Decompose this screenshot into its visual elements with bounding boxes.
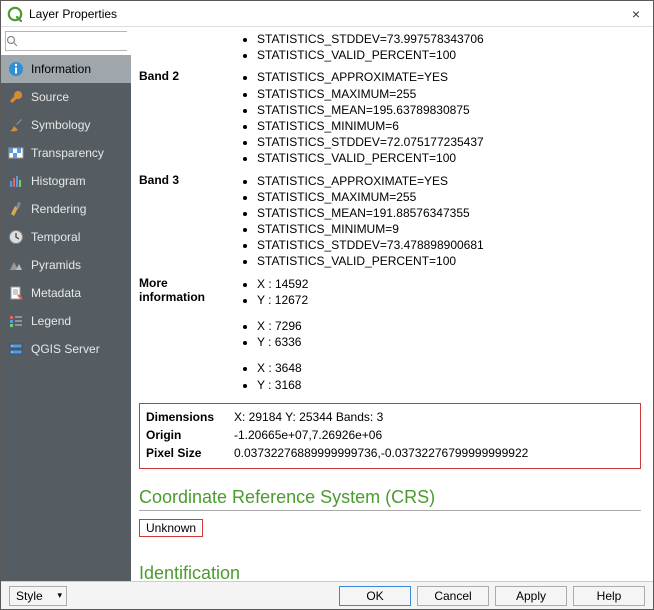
pixel-size-value: 0.03732276889999999736,-0.03732276799999… (234, 444, 528, 462)
stat-item: STATISTICS_STDDEV=73.997578343706 (257, 31, 641, 47)
identification-heading: Identification (139, 563, 641, 581)
sidebar-item-label: Metadata (31, 286, 81, 300)
sidebar-item-pyramids[interactable]: Pyramids (1, 251, 131, 279)
band2-row: Band 2 STATISTICS_APPROXIMATE=YESSTATIST… (139, 69, 641, 166)
stat-item: STATISTICS_MAXIMUM=255 (257, 189, 641, 205)
band3-row: Band 3 STATISTICS_APPROXIMATE=YESSTATIST… (139, 173, 641, 270)
sidebar-item-label: QGIS Server (31, 342, 100, 356)
more-info-label: More information (139, 276, 235, 393)
sidebar-item-label: Rendering (31, 202, 86, 216)
sidebar-item-label: Symbology (31, 118, 90, 132)
stat-item: STATISTICS_MINIMUM=9 (257, 221, 641, 237)
style-menu-button[interactable]: Style ▾ (9, 586, 67, 606)
style-menu-label: Style (16, 589, 43, 603)
apply-button[interactable]: Apply (495, 586, 567, 606)
brush-icon (7, 116, 25, 134)
info-pane[interactable]: STATISTICS_STDDEV=73.997578343706STATIST… (131, 27, 653, 581)
cancel-button[interactable]: Cancel (417, 586, 489, 606)
metadata-icon (7, 284, 25, 302)
stat-item: Y : 6336 (257, 334, 641, 350)
stat-item: STATISTICS_MAXIMUM=255 (257, 86, 641, 102)
stat-item: STATISTICS_MEAN=195.63789830875 (257, 102, 641, 118)
crs-unknown-box: Unknown (139, 519, 203, 537)
titlebar: Layer Properties × (1, 1, 653, 27)
dimensions-value: X: 29184 Y: 25344 Bands: 3 (234, 408, 383, 426)
sidebar-item-rendering[interactable]: Rendering (1, 195, 131, 223)
stat-item: STATISTICS_STDDEV=72.075177235437 (257, 134, 641, 150)
stat-item: X : 14592 (257, 276, 641, 292)
more-info-row: More information X : 14592Y : 12672 X : 7… (139, 276, 641, 393)
dialog-footer: Style ▾ OK Cancel Apply Help (1, 581, 653, 609)
sidebar-item-label: Information (31, 62, 91, 76)
stat-item: X : 7296 (257, 318, 641, 334)
dimensions-box: Dimensions X: 29184 Y: 25344 Bands: 3 Or… (139, 403, 641, 469)
sidebar-item-metadata[interactable]: Metadata (1, 279, 131, 307)
paintbrush-icon (7, 200, 25, 218)
content-area: Information Source Symbology Transparency Hi… (1, 27, 653, 581)
ok-button[interactable]: OK (339, 586, 411, 606)
checker-icon (7, 144, 25, 162)
sidebar-item-source[interactable]: Source (1, 83, 131, 111)
info-icon (7, 60, 25, 78)
stat-item: STATISTICS_VALID_PERCENT=100 (257, 150, 641, 166)
band2-label: Band 2 (139, 69, 235, 166)
server-icon (7, 340, 25, 358)
chevron-down-icon: ▾ (57, 590, 62, 601)
sidebar-item-label: Pyramids (31, 258, 81, 272)
search-box[interactable] (5, 31, 127, 51)
window-title: Layer Properties (29, 7, 627, 21)
pixel-size-label: Pixel Size (146, 444, 234, 462)
stat-item: STATISTICS_APPROXIMATE=YES (257, 69, 641, 85)
stat-item: STATISTICS_VALID_PERCENT=100 (257, 47, 641, 63)
stat-item: STATISTICS_VALID_PERCENT=100 (257, 253, 641, 269)
origin-value: -1.20665e+07,7.26926e+06 (234, 426, 382, 444)
search-wrap (1, 27, 131, 55)
stat-item: STATISTICS_APPROXIMATE=YES (257, 173, 641, 189)
band3-label: Band 3 (139, 173, 235, 270)
close-button[interactable]: × (627, 5, 645, 23)
legend-icon (7, 312, 25, 330)
dimensions-label: Dimensions (146, 408, 234, 426)
stat-item: Y : 3168 (257, 377, 641, 393)
sidebar-item-symbology[interactable]: Symbology (1, 111, 131, 139)
app-logo-icon (7, 6, 23, 22)
sidebar-item-temporal[interactable]: Temporal (1, 223, 131, 251)
sidebar-item-legend[interactable]: Legend (1, 307, 131, 335)
pyramids-icon (7, 256, 25, 274)
sidebar-item-information[interactable]: Information (1, 55, 131, 83)
sidebar-item-label: Temporal (31, 230, 80, 244)
sidebar-item-transparency[interactable]: Transparency (1, 139, 131, 167)
help-button[interactable]: Help (573, 586, 645, 606)
origin-label: Origin (146, 426, 234, 444)
stat-item: STATISTICS_MINIMUM=6 (257, 118, 641, 134)
wrench-icon (7, 88, 25, 106)
stat-item: STATISTICS_STDDEV=73.478898900681 (257, 237, 641, 253)
histogram-icon (7, 172, 25, 190)
search-icon (6, 35, 18, 47)
sidebar-item-label: Source (31, 90, 69, 104)
sidebar-item-histogram[interactable]: Histogram (1, 167, 131, 195)
stat-row-top: STATISTICS_STDDEV=73.997578343706STATIST… (139, 31, 641, 63)
sidebar: Information Source Symbology Transparency Hi… (1, 27, 131, 581)
sidebar-item-label: Transparency (31, 146, 104, 160)
clock-icon (7, 228, 25, 246)
stat-item: STATISTICS_MEAN=191.88576347355 (257, 205, 641, 221)
sidebar-item-label: Histogram (31, 174, 86, 188)
stat-item: Y : 12672 (257, 292, 641, 308)
sidebar-item-label: Legend (31, 314, 71, 328)
crs-heading: Coordinate Reference System (CRS) (139, 487, 641, 511)
stat-item: X : 3648 (257, 360, 641, 376)
sidebar-item-qgis-server[interactable]: QGIS Server (1, 335, 131, 363)
